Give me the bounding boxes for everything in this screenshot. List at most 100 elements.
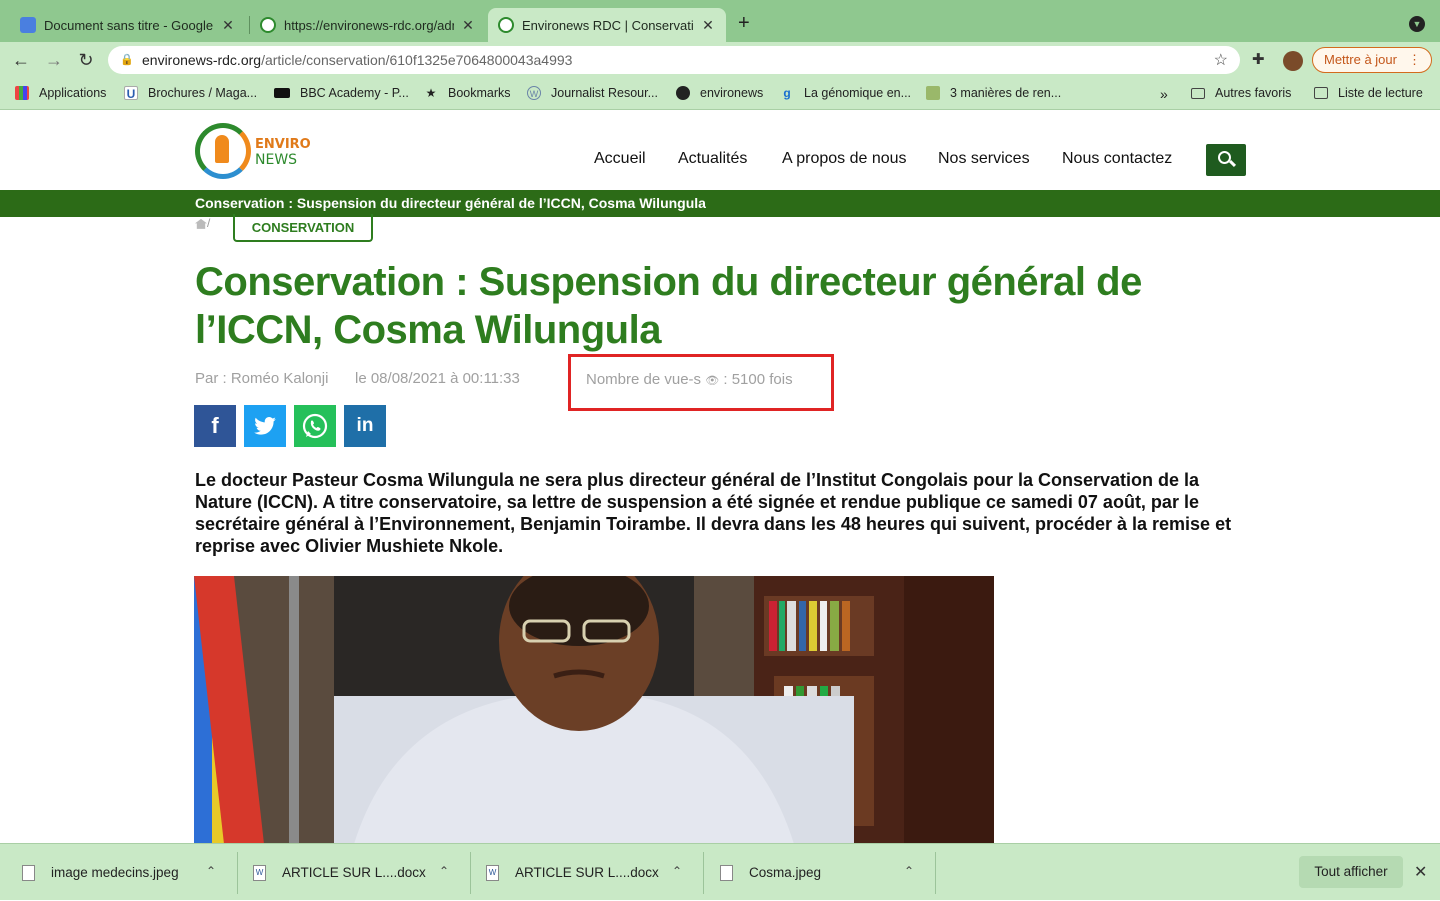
tab-title: Environews RDC | Conservation xyxy=(522,17,694,33)
bookmark-bookmarks[interactable]: ★ Bookmarks xyxy=(424,86,511,100)
word-doc-icon: W xyxy=(486,864,499,881)
folder-icon xyxy=(1191,87,1205,99)
share-twitter-button[interactable] xyxy=(244,405,286,447)
download-item[interactable]: image medecins.jpeg ⌃ xyxy=(22,844,234,901)
bookmark-label: 3 manières de ren... xyxy=(950,86,1062,100)
tab-environews-article[interactable]: Environews RDC | Conservation ✕ xyxy=(488,8,726,42)
download-item[interactable]: W ARTICLE SUR L....docx ⌃ xyxy=(253,844,467,901)
share-linkedin-button[interactable]: in xyxy=(344,405,386,447)
show-all-downloads-button[interactable]: Tout afficher xyxy=(1299,856,1403,888)
address-bar[interactable]: 🔒 environews-rdc.org/article/conservatio… xyxy=(108,46,1240,74)
download-filename: image medecins.jpeg xyxy=(51,865,179,880)
share-whatsapp-button[interactable] xyxy=(294,405,336,447)
tab-title: https://environews-rdc.org/admin xyxy=(284,17,454,33)
bookmarks-overflow-button[interactable]: » xyxy=(1160,86,1168,102)
chevron-up-icon[interactable]: ⌃ xyxy=(439,864,449,878)
bookmark-star-icon[interactable]: ☆ xyxy=(1214,50,1228,70)
news-ticker[interactable]: Conservation : Suspension du directeur g… xyxy=(0,190,1440,217)
tab-google-docs[interactable]: Document sans titre - Google Docs ✕ xyxy=(10,8,246,42)
forward-arrow-icon[interactable]: → xyxy=(43,50,65,71)
site-favicon: g xyxy=(783,86,791,100)
bookmark-label: environews xyxy=(700,86,764,100)
bookmark-genomique[interactable]: g La génomique en... xyxy=(780,86,911,100)
bookmark-autres-favoris[interactable]: Autres favoris xyxy=(1191,86,1291,100)
bookmark-brochures[interactable]: U Brochures / Maga... xyxy=(124,86,258,101)
download-filename: ARTICLE SUR L....docx xyxy=(515,865,659,880)
views-label: Nombre de vue-s xyxy=(586,371,702,388)
more-menu-icon: ⋮ xyxy=(1408,52,1421,67)
logo-text-news: NEWS xyxy=(255,152,298,168)
url-domain: environews-rdc.org xyxy=(142,52,262,68)
file-image-icon xyxy=(22,864,35,881)
browser-toolbar: ← → ↻ 🔒 environews-rdc.org/article/conse… xyxy=(0,42,1440,78)
portrait-image xyxy=(194,576,994,844)
bookmark-label: Brochures / Maga... xyxy=(148,86,258,100)
share-facebook-button[interactable]: f xyxy=(194,405,236,447)
logo-figure-icon xyxy=(215,135,229,163)
bookmark-environews[interactable]: environews xyxy=(676,86,763,100)
bookmarks-bar: Applications U Brochures / Maga... BBC Ac… xyxy=(0,78,1440,110)
new-tab-button[interactable]: + xyxy=(738,12,750,35)
bookmark-reading-list[interactable]: Liste de lecture xyxy=(1314,86,1423,100)
environews-favicon xyxy=(260,17,276,33)
reload-icon[interactable]: ↻ xyxy=(75,50,97,71)
chevron-up-icon[interactable]: ⌃ xyxy=(206,864,216,878)
url-text[interactable]: environews-rdc.org/article/conservation/… xyxy=(142,52,572,68)
article-photo[interactable] xyxy=(194,576,994,844)
overflow-chevron-icon: » xyxy=(1160,86,1168,102)
bookmark-label: La génomique en... xyxy=(804,86,912,100)
reading-list-icon xyxy=(1314,87,1328,99)
close-icon[interactable]: ✕ xyxy=(1414,862,1427,882)
site-search-button[interactable] xyxy=(1206,144,1246,176)
tab-admin[interactable]: https://environews-rdc.org/admin ✕ xyxy=(250,8,486,42)
bookmark-label: Autres favoris xyxy=(1215,86,1292,100)
site-header: ENVIRO NEWS Accueil Actualités A propos … xyxy=(0,111,1440,190)
bookmark-3-manieres[interactable]: 3 manières de ren... xyxy=(926,86,1061,100)
category-badge[interactable]: CONSERVATION xyxy=(233,214,373,242)
bookmark-journalist-resources[interactable]: W Journalist Resour... xyxy=(527,86,658,100)
google-docs-icon xyxy=(20,17,36,33)
close-tab-icon[interactable]: ✕ xyxy=(460,17,476,34)
bookmark-applications[interactable]: Applications xyxy=(15,86,106,100)
bbc-icon xyxy=(274,88,290,98)
logo-text-enviro: ENVIRO xyxy=(255,137,311,152)
bookmark-bbc-academy[interactable]: BBC Academy - P... xyxy=(274,86,409,100)
eye-icon: 👁 xyxy=(705,374,720,387)
nav-actualites[interactable]: Actualités xyxy=(678,150,747,168)
back-arrow-icon[interactable]: ← xyxy=(10,50,32,71)
download-filename: Cosma.jpeg xyxy=(749,865,822,880)
article-date: le 08/08/2021 à 00:11:33 xyxy=(355,370,520,387)
nav-nos-services[interactable]: Nos services xyxy=(938,150,1030,168)
star-icon: ★ xyxy=(425,86,437,100)
download-filename: ARTICLE SUR L....docx xyxy=(282,865,426,880)
tab-search-icon[interactable]: ▼ xyxy=(1409,16,1425,32)
breadcrumb: / xyxy=(195,216,210,230)
update-label: Mettre à jour xyxy=(1324,52,1397,67)
download-item[interactable]: Cosma.jpeg ⌃ xyxy=(720,844,932,901)
wordpress-icon: W xyxy=(527,86,541,100)
close-tab-icon[interactable]: ✕ xyxy=(700,17,716,34)
bookmark-label: Bookmarks xyxy=(448,86,511,100)
nav-nous-contactez[interactable]: Nous contactez xyxy=(1062,150,1172,168)
bookmark-label: Applications xyxy=(39,86,107,100)
close-tab-icon[interactable]: ✕ xyxy=(220,17,236,34)
views-value: : 5100 fois xyxy=(723,371,793,388)
update-button[interactable]: Mettre à jour ⋮ xyxy=(1312,47,1432,73)
nav-accueil[interactable]: Accueil xyxy=(594,150,646,168)
chevron-up-icon[interactable]: ⌃ xyxy=(904,864,914,878)
view-count: Nombre de vue-s 👁 : 5100 fois xyxy=(586,371,793,388)
home-icon[interactable] xyxy=(195,218,207,229)
bookmark-label: BBC Academy - P... xyxy=(300,86,409,100)
globe-icon xyxy=(676,86,690,100)
site-favicon: U xyxy=(124,86,138,101)
facebook-icon: f xyxy=(211,413,219,438)
environews-logo[interactable]: ENVIRO NEWS xyxy=(195,123,315,179)
ticker-text: Conservation : Suspension du directeur g… xyxy=(195,195,706,211)
profile-avatar[interactable] xyxy=(1283,51,1303,71)
chevron-up-icon[interactable]: ⌃ xyxy=(672,864,682,878)
bookmark-label: Journalist Resour... xyxy=(551,86,658,100)
nav-a-propos[interactable]: A propos de nous xyxy=(782,150,907,168)
extensions-puzzle-icon[interactable]: ✚ xyxy=(1252,50,1265,68)
lock-icon: 🔒 xyxy=(120,54,134,66)
download-item[interactable]: W ARTICLE SUR L....docx ⌃ xyxy=(486,844,700,901)
